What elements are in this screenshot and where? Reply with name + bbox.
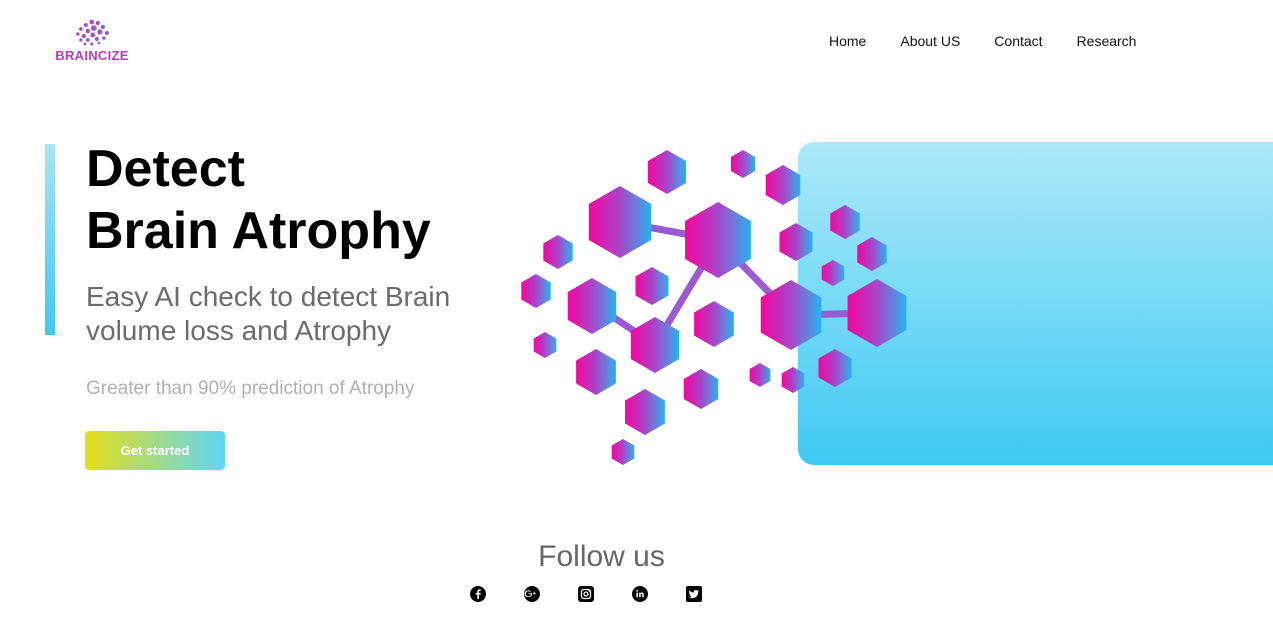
hexagon-shape xyxy=(611,439,635,465)
hexagon-shape xyxy=(821,260,845,286)
hero-title-line-1: Detect xyxy=(86,140,245,198)
hexagon-shape xyxy=(543,235,573,269)
hero-title-line-2: Brain Atrophy xyxy=(86,202,431,260)
google-plus-icon[interactable] xyxy=(523,585,541,603)
follow-us-title: Follow us xyxy=(538,540,665,573)
linkedin-icon[interactable] xyxy=(631,585,649,603)
brain-hexagon-illustration xyxy=(521,150,907,465)
social-links xyxy=(469,585,703,603)
hero-title: Detect Brain Atrophy xyxy=(86,138,431,262)
hexagon-shape xyxy=(694,301,734,347)
hexagon-shape xyxy=(847,279,907,347)
hexagon-shape xyxy=(749,363,771,387)
nav-about-us[interactable]: About US xyxy=(900,33,960,49)
brain-dots-icon xyxy=(76,19,109,46)
hexagon-shape xyxy=(765,165,801,205)
facebook-icon[interactable] xyxy=(469,585,487,603)
get-started-button[interactable]: Get started xyxy=(85,431,225,470)
brand-name: BRAINCIZE xyxy=(55,48,129,63)
hexagon-shape xyxy=(576,349,616,395)
hexagon-shape xyxy=(635,267,669,305)
hero-tagline: Greater than 90% prediction of Atrophy xyxy=(86,378,415,399)
main-nav: Home About US Contact Research xyxy=(829,33,1136,49)
hexagon-shape xyxy=(730,150,756,178)
instagram-icon[interactable] xyxy=(577,585,595,603)
hexagon-shape xyxy=(830,205,860,239)
hexagon-shape xyxy=(818,349,852,387)
hexagon-shape xyxy=(533,332,557,358)
brand-logo[interactable]: BRAINCIZE xyxy=(54,18,130,64)
nav-contact[interactable]: Contact xyxy=(994,33,1042,49)
hexagon-shape xyxy=(567,278,617,334)
hexagon-shape xyxy=(647,150,687,194)
hexagon-shape xyxy=(683,369,719,409)
hero-subtitle: Easy AI check to detect Brain volume los… xyxy=(86,281,451,346)
hexagon-shape xyxy=(630,317,680,373)
nav-research[interactable]: Research xyxy=(1077,33,1137,49)
hexagon-shape xyxy=(625,389,665,435)
hero-accent-bar xyxy=(45,144,55,335)
hexagon-shape xyxy=(857,237,887,271)
nav-home[interactable]: Home xyxy=(829,33,866,49)
hexagon-shape xyxy=(779,223,813,261)
twitter-icon[interactable] xyxy=(685,585,703,603)
hexagon-shape xyxy=(588,186,652,258)
hexagon-shape xyxy=(521,274,551,308)
hexagon-shape xyxy=(781,367,805,393)
